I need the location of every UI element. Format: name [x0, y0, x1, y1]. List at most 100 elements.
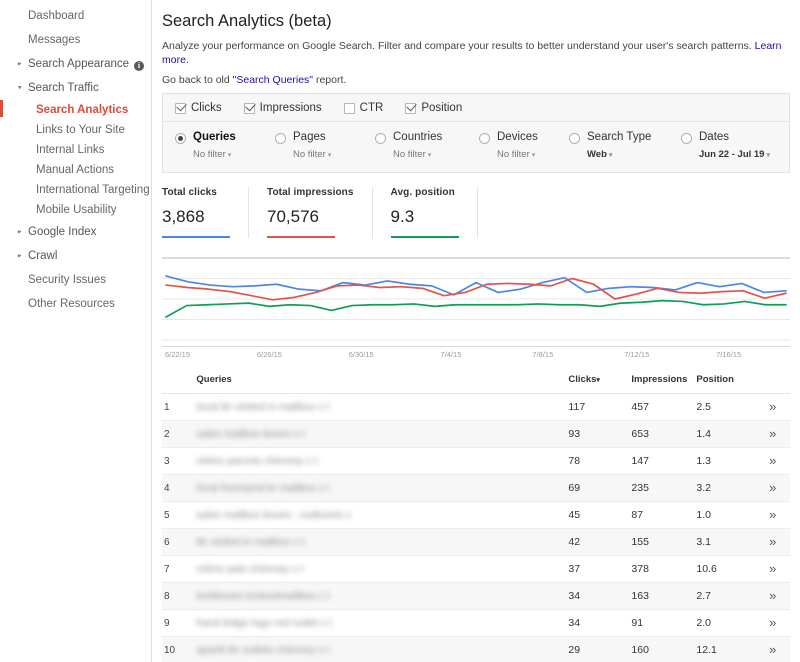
- chevron-right-icon[interactable]: ▸: [18, 253, 22, 260]
- search-queries-link[interactable]: "Search Queries": [233, 74, 313, 86]
- table-row[interactable]: 4 local freestand kr mailbox c t 69 235 3.2 »: [162, 474, 790, 502]
- double-chevron-right-icon[interactable]: »: [769, 426, 776, 441]
- radio-icon[interactable]: [375, 133, 386, 144]
- checkmark-icon[interactable]: [405, 102, 417, 114]
- double-chevron-right-icon[interactable]: »: [769, 453, 776, 468]
- chevron-down-icon[interactable]: ▾: [328, 152, 332, 159]
- radio-selected-icon[interactable]: [175, 133, 186, 144]
- dimension-filter-dropdown[interactable]: No filter ▾: [393, 148, 442, 162]
- double-chevron-right-icon[interactable]: »: [769, 561, 776, 576]
- row-query-cell[interactable]: hand ledge logo red outlet c t: [188, 609, 565, 637]
- row-query-cell[interactable]: orkins parcels chimney c t: [188, 447, 565, 475]
- sidebar-item-search-traffic[interactable]: ▾ Search Traffic: [0, 76, 151, 100]
- row-query-cell[interactable]: ikr visited in mailbox c t: [188, 528, 565, 556]
- row-query-cell[interactable]: orkins pain chimney c t: [188, 555, 565, 583]
- row-query-cell[interactable]: local freestand kr mailbox c t: [188, 474, 565, 502]
- sidebar-item-google-index[interactable]: ▸ Google Index: [0, 220, 151, 244]
- table-row[interactable]: 10 apartit ikr outlets chimney c t 29 160 12…: [162, 636, 790, 662]
- col-clicks[interactable]: Clicks▾: [564, 368, 628, 394]
- double-chevron-right-icon[interactable]: »: [769, 399, 776, 414]
- dimension-search-type[interactable]: Search Type Web ▾: [569, 131, 681, 162]
- sort-desc-icon[interactable]: ▾: [596, 377, 600, 384]
- chevron-down-icon[interactable]: ▾: [532, 152, 536, 159]
- row-action-cell[interactable]: »: [755, 636, 790, 662]
- row-impressions: 235: [627, 474, 693, 502]
- col-impressions[interactable]: Impressions: [627, 368, 693, 394]
- table-row[interactable]: 2 sales mailbox boxes c t 93 653 1.4 »: [162, 420, 790, 448]
- dimension-filter-dropdown[interactable]: No filter ▾: [497, 148, 538, 162]
- row-query-cell[interactable]: sales mailbox boxes c t: [188, 420, 565, 448]
- double-chevron-right-icon[interactable]: »: [769, 534, 776, 549]
- sidebar-item-search-appearance[interactable]: ▸ Search Appearance i: [0, 52, 151, 76]
- row-query-cell[interactable]: local ikr visited in mailbox c t: [188, 393, 565, 421]
- chevron-down-icon[interactable]: ▾: [228, 152, 232, 159]
- table-row[interactable]: 3 orkins parcels chimney c t 78 147 1.3 »: [162, 447, 790, 475]
- metric-checkbox-impressions[interactable]: Impressions: [243, 102, 322, 114]
- sidebar-item-manual-actions[interactable]: Manual Actions: [0, 160, 151, 180]
- dimension-dates[interactable]: Dates Jun 22 - Jul 19 ▾: [681, 131, 770, 162]
- dimension-filter-dropdown[interactable]: No filter ▾: [293, 148, 331, 162]
- empty-checkbox-icon[interactable]: [343, 102, 355, 114]
- row-query-cell[interactable]: sales mailbox boxes - outboxes c: [188, 501, 565, 529]
- chart-svg: [162, 257, 790, 341]
- radio-icon[interactable]: [275, 133, 286, 144]
- chevron-right-icon[interactable]: ▸: [18, 61, 22, 68]
- dimension-filter-dropdown[interactable]: No filter ▾: [193, 148, 236, 162]
- row-action-cell[interactable]: »: [755, 528, 790, 556]
- col-position[interactable]: Position: [692, 368, 756, 394]
- info-icon[interactable]: i: [134, 61, 145, 71]
- col-queries[interactable]: Queries: [188, 368, 565, 394]
- sidebar-item-crawl[interactable]: ▸ Crawl: [0, 244, 151, 268]
- chevron-down-icon[interactable]: ▾: [609, 152, 613, 159]
- table-row[interactable]: 5 sales mailbox boxes - outboxes c 45 87 1.0…: [162, 501, 790, 529]
- double-chevron-right-icon[interactable]: »: [769, 588, 776, 603]
- checkmark-icon[interactable]: [175, 102, 186, 114]
- chevron-right-icon[interactable]: ▸: [18, 229, 22, 236]
- chevron-down-icon[interactable]: ▾: [18, 85, 22, 92]
- row-action-cell[interactable]: »: [755, 555, 790, 583]
- double-chevron-right-icon[interactable]: »: [769, 642, 776, 657]
- row-action-cell[interactable]: »: [755, 609, 790, 637]
- row-action-cell[interactable]: »: [755, 582, 790, 610]
- dimension-filter-dropdown[interactable]: Web ▾: [587, 148, 651, 162]
- row-query-cell[interactable]: apartit ikr outlets chimney c t: [188, 636, 565, 662]
- row-query-text-redacted: hand ledge logo red outlet c t: [196, 617, 332, 629]
- table-row[interactable]: 9 hand ledge logo red outlet c t 34 91 2.0 »: [162, 609, 790, 637]
- radio-icon[interactable]: [569, 133, 580, 144]
- table-row[interactable]: 6 ikr visited in mailbox c t 42 155 3.1 »: [162, 528, 790, 556]
- sidebar-item-internal-links[interactable]: Internal Links: [0, 140, 151, 160]
- chevron-down-icon[interactable]: ▾: [766, 152, 770, 159]
- row-action-cell[interactable]: »: [755, 393, 790, 421]
- radio-icon[interactable]: [681, 133, 692, 144]
- metric-checkbox-ctr[interactable]: CTR: [343, 102, 383, 114]
- sidebar-item-mobile-usability[interactable]: Mobile Usability: [0, 200, 151, 220]
- radio-icon[interactable]: [479, 133, 490, 144]
- metric-checkbox-clicks[interactable]: Clicks: [175, 102, 222, 114]
- double-chevron-right-icon[interactable]: »: [769, 480, 776, 495]
- dimension-filter-dropdown[interactable]: Jun 22 - Jul 19 ▾: [699, 148, 770, 162]
- checkmark-icon[interactable]: [243, 102, 255, 114]
- dimension-countries[interactable]: Countries No filter ▾: [375, 131, 479, 162]
- row-action-cell[interactable]: »: [755, 447, 790, 475]
- sidebar-item-international-targeting[interactable]: International Targeting: [0, 180, 151, 200]
- table-row[interactable]: 1 local ikr visited in mailbox c t 117 457 2…: [162, 393, 790, 421]
- dimension-queries[interactable]: Queries No filter ▾: [175, 131, 275, 162]
- table-row[interactable]: 8 lockboxes lockoutmailbox c t 34 163 2.7 »: [162, 582, 790, 610]
- sidebar-item-dashboard[interactable]: Dashboard: [0, 4, 151, 28]
- metric-checkbox-position[interactable]: Position: [405, 102, 462, 114]
- row-query-cell[interactable]: lockboxes lockoutmailbox c t: [188, 582, 565, 610]
- row-action-cell[interactable]: »: [755, 501, 790, 529]
- sidebar-item-search-analytics[interactable]: Search Analytics: [0, 100, 151, 120]
- sidebar-item-links-to-your-site[interactable]: Links to Your Site: [0, 120, 151, 140]
- sidebar-item-other-resources[interactable]: Other Resources: [0, 292, 151, 316]
- row-action-cell[interactable]: »: [755, 420, 790, 448]
- dimension-pages[interactable]: Pages No filter ▾: [275, 131, 375, 162]
- sidebar-item-messages[interactable]: Messages: [0, 28, 151, 52]
- table-row[interactable]: 7 orkins pain chimney c t 37 378 10.6 »: [162, 555, 790, 583]
- row-action-cell[interactable]: »: [755, 474, 790, 502]
- dimension-devices[interactable]: Devices No filter ▾: [479, 131, 569, 162]
- double-chevron-right-icon[interactable]: »: [769, 507, 776, 522]
- chevron-down-icon[interactable]: ▾: [428, 152, 432, 159]
- double-chevron-right-icon[interactable]: »: [769, 615, 776, 630]
- sidebar-item-security-issues[interactable]: Security Issues: [0, 268, 151, 292]
